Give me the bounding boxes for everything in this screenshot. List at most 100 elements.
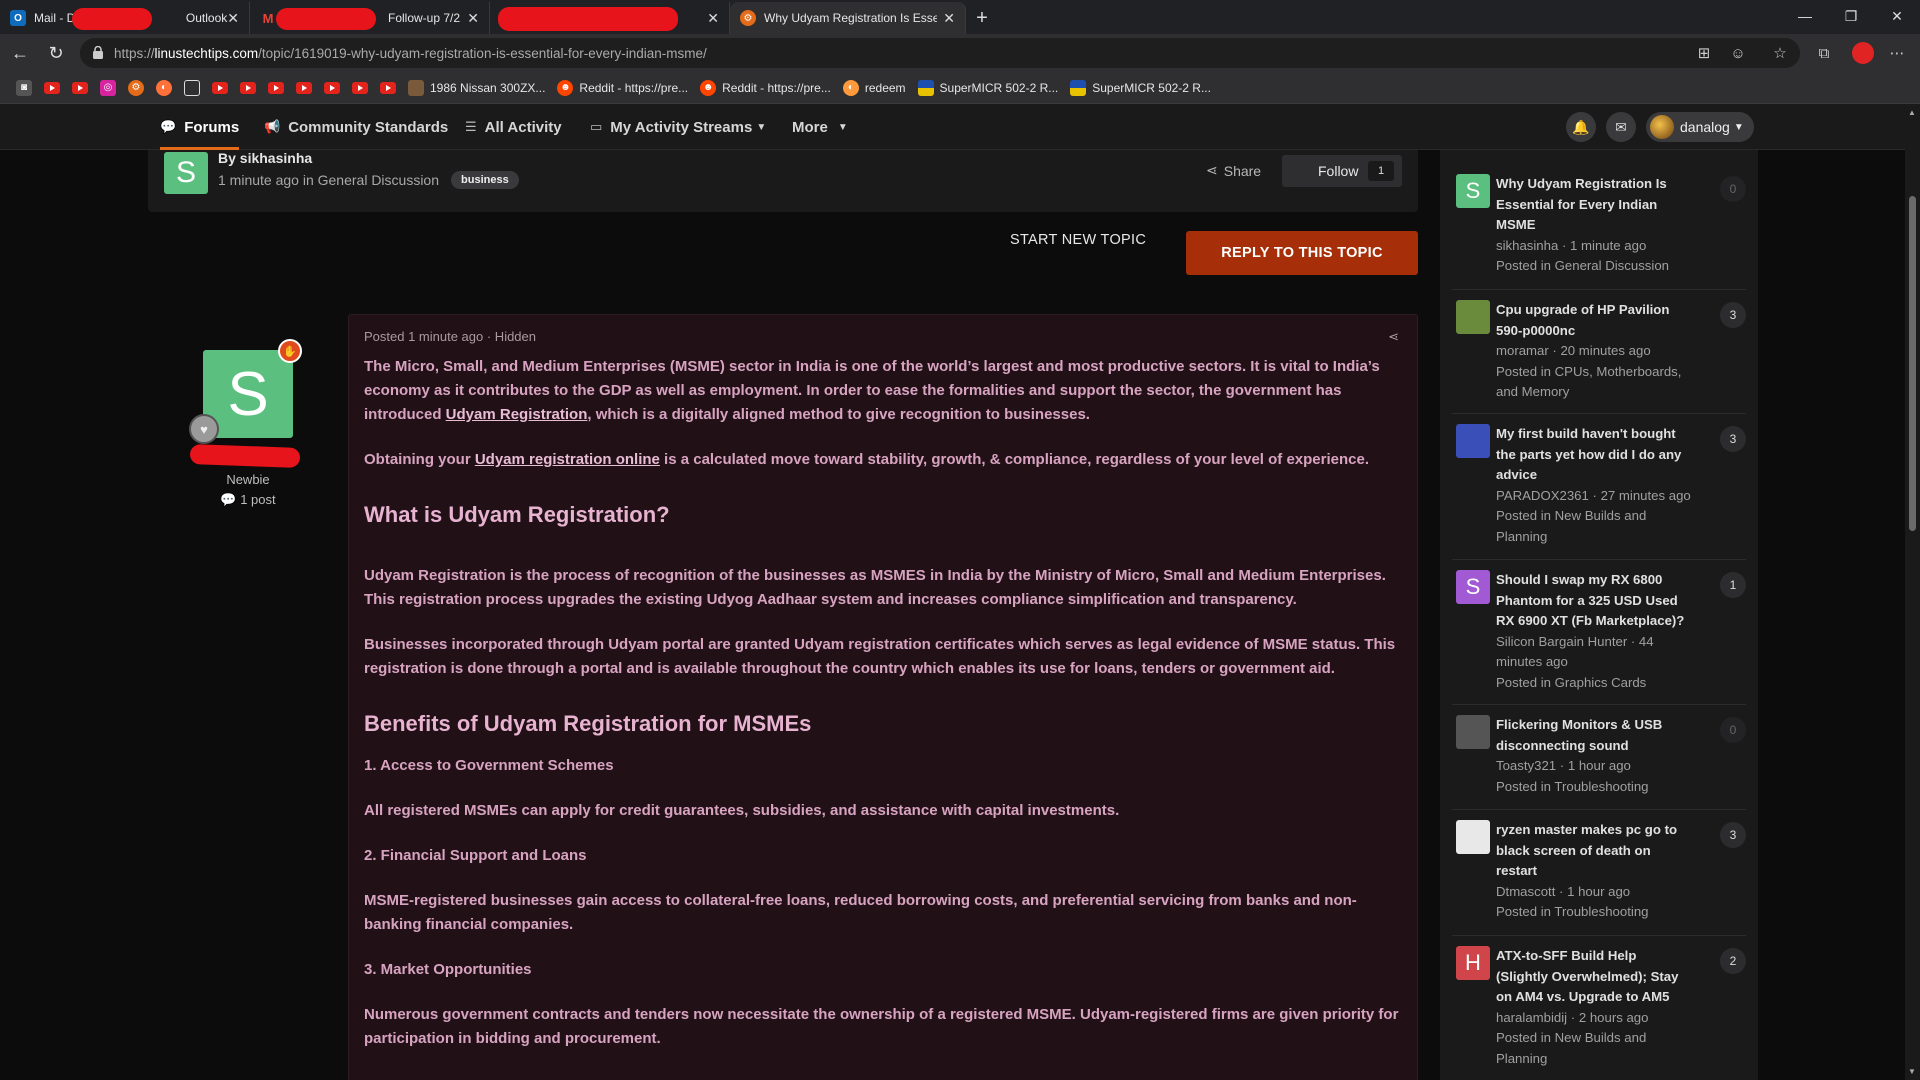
bookmark-youtube[interactable] — [268, 81, 284, 94]
share-icon[interactable]: ⋖ — [1388, 329, 1399, 345]
udyam-registration-link[interactable]: Udyam Registration — [446, 406, 588, 423]
sidebar-topic-title[interactable]: ryzen master makes pc go to black screen… — [1496, 820, 1692, 882]
more-menu-icon[interactable]: ⋯ — [1886, 42, 1908, 64]
tab-gmail[interactable]: M Follow-up 7/21 ✕ — [250, 2, 490, 34]
sidebar-topic-title[interactable]: Should I swap my RX 6800 Phantom for a 3… — [1496, 570, 1692, 632]
start-new-topic-button[interactable]: START NEW TOPIC — [1010, 232, 1146, 256]
bookmark-youtube[interactable] — [324, 81, 340, 94]
nav-community-standards[interactable]: 📢 Community Standards — [264, 104, 448, 150]
avatar[interactable] — [1456, 424, 1490, 458]
topic-header: S By sikhasinha 1 minute ago in General … — [148, 150, 1418, 212]
refresh-icon[interactable]: ↻ — [40, 37, 72, 69]
sidebar-topic-item[interactable]: Flickering Monitors & USB disconnecting … — [1452, 715, 1746, 810]
profile-avatar[interactable] — [1852, 42, 1874, 64]
bookmark-nissan[interactable]: 1986 Nissan 300ZX... — [408, 79, 546, 96]
scroll-down-icon[interactable]: ▼ — [1908, 1067, 1916, 1076]
close-icon[interactable]: ✕ — [707, 10, 719, 27]
bookmark-youtube[interactable] — [380, 81, 396, 94]
favorite-star-icon[interactable]: ☆ — [1769, 42, 1791, 64]
extensions-icon[interactable]: ⧉ — [1813, 42, 1835, 64]
sidebar-topic-title[interactable]: Cpu upgrade of HP Pavilion 590-p0000nc — [1496, 300, 1692, 341]
sidebar-topic-author: Silicon Bargain Hunter · 44 minutes ago — [1496, 633, 1654, 670]
bookmark-reddit[interactable]: ☻ Reddit - https://pre... — [557, 79, 688, 96]
page-scrollbar[interactable]: ▲ ▼ — [1905, 104, 1920, 1080]
sidebar-topic-item[interactable]: My first build haven't bought the parts … — [1452, 424, 1746, 560]
tag-business[interactable]: business — [451, 171, 519, 189]
bookmark-reddit[interactable]: ☻ Reddit - https://pre... — [700, 79, 831, 96]
reply-count-badge: 2 — [1720, 948, 1746, 974]
post: Posted 1 minute ago · Hidden ⋖ The Micro… — [348, 314, 1418, 1080]
topic-author-byline[interactable]: By sikhasinha — [218, 150, 312, 166]
bookmark-ltt[interactable]: ⚙ — [128, 79, 144, 96]
address-bar-row: ← ↻ https:// linustechtips.com /topic/16… — [0, 34, 1920, 72]
bookmark-youtube[interactable] — [212, 81, 228, 94]
sidebar-topic-title[interactable]: Flickering Monitors & USB disconnecting … — [1496, 715, 1692, 756]
nav-all-activity[interactable]: ☰ All Activity — [465, 104, 562, 150]
avatar[interactable]: S — [164, 152, 208, 194]
tab-redacted[interactable]: ✕ — [490, 2, 730, 34]
avatar[interactable]: S — [1456, 174, 1490, 208]
chevron-down-icon: ▼ — [837, 121, 848, 133]
notifications-bell-icon[interactable]: 🔔 — [1566, 112, 1596, 142]
share-button[interactable]: ⋖ Share — [1206, 162, 1261, 179]
bookmark-supermicro[interactable]: SuperMICR 502-2 R... — [1070, 79, 1211, 96]
sidebar-topic-item[interactable]: S Should I swap my RX 6800 Phantom for a … — [1452, 570, 1746, 705]
sidebar-topic-item[interactable]: ryzen master makes pc go to black screen… — [1452, 820, 1746, 936]
sidebar-topic-title[interactable]: Why Udyam Registration Is Essential for … — [1496, 174, 1692, 236]
sidebar-topic-item[interactable]: H ATX-to-SFF Build Help (Slightly Overwhe… — [1452, 946, 1746, 1070]
messages-envelope-icon[interactable]: ✉ — [1606, 112, 1636, 142]
nav-my-activity-streams[interactable]: ▭ My Activity Streams ▼ — [590, 104, 766, 150]
bookmark-discord[interactable]: ◙ — [16, 79, 32, 96]
back-arrow-icon[interactable]: ← — [4, 37, 36, 69]
sidebar-topic-item[interactable]: S Why Udyam Registration Is Essential for… — [1452, 174, 1746, 290]
scroll-thumb[interactable] — [1909, 196, 1916, 531]
url-field[interactable]: https:// linustechtips.com /topic/161901… — [80, 38, 1800, 68]
close-icon[interactable]: ✕ — [943, 10, 955, 27]
post-heading: Benefits of Udyam Registration for MSMEs — [364, 711, 812, 736]
bookmark-youtube[interactable] — [72, 81, 88, 94]
topic-time-forum: 1 minute ago in General Discussion — [218, 172, 440, 188]
restore-icon[interactable]: ❐ — [1828, 0, 1874, 32]
tab-outlook[interactable]: O Mail - D Outlook ✕ — [0, 2, 250, 34]
user-menu[interactable]: danalog ▼ — [1646, 112, 1754, 142]
nav-more[interactable]: More ▼ — [792, 104, 848, 150]
tracking-icon[interactable]: ☺ — [1727, 42, 1749, 64]
bookmark-youtube[interactable] — [44, 81, 60, 94]
text: Obtaining your — [364, 451, 475, 468]
follow-button[interactable]: Follow 1 — [1282, 155, 1402, 187]
sidebar-topic-item[interactable]: Cpu upgrade of HP Pavilion 590-p0000nc mo… — [1452, 300, 1746, 414]
tab-udyam-topic[interactable]: ⚙ Why Udyam Registration Is Essen ✕ — [730, 2, 966, 34]
bookmark-instagram[interactable]: ◎ — [100, 79, 116, 96]
bookmark-firefox[interactable]: ◐ — [156, 79, 172, 96]
avatar[interactable] — [1456, 820, 1490, 854]
bookmark-redeem[interactable]: ◐ redeem — [842, 79, 906, 96]
close-icon[interactable]: ✕ — [467, 10, 479, 27]
post-paragraph: Businesses incorporated through Udyam po… — [364, 636, 1396, 677]
url-path: /topic/1619019-why-udyam-registration-is… — [258, 45, 707, 61]
new-tab-plus-icon[interactable]: + — [966, 2, 998, 34]
avatar[interactable] — [1456, 300, 1490, 334]
bookmark-supermicro[interactable]: SuperMICR 502-2 R... — [917, 79, 1058, 96]
avatar[interactable] — [1456, 715, 1490, 749]
reply-to-topic-button[interactable]: REPLY TO THIS TOPIC — [1186, 231, 1418, 275]
nav-forums[interactable]: 💬 Forums — [160, 104, 240, 150]
sidebar-topic-title[interactable]: ATX-to-SFF Build Help (Slightly Overwhel… — [1496, 946, 1692, 1008]
sidebar-topic-title[interactable]: My first build haven't bought the parts … — [1496, 424, 1692, 486]
rank-shield-icon: ♥ — [189, 414, 219, 444]
split-view-icon[interactable]: ⊞ — [1693, 42, 1715, 64]
author-post-count[interactable]: 💬 1 post — [190, 492, 306, 508]
close-icon[interactable]: ✕ — [227, 10, 239, 27]
bookmark-label: redeem — [864, 80, 906, 95]
udyam-registration-online-link[interactable]: Udyam registration online — [475, 451, 660, 468]
bookmark-youtube[interactable] — [296, 81, 312, 94]
bookmark-label: 1986 Nissan 300ZX... — [430, 80, 546, 95]
avatar[interactable]: H — [1456, 946, 1490, 980]
sidebar-topic-author: Toasty321 · 1 hour ago — [1496, 758, 1631, 773]
window-close-icon[interactable]: ✕ — [1874, 0, 1920, 32]
minimize-icon[interactable]: — — [1782, 0, 1828, 32]
bookmark-youtube[interactable] — [352, 81, 368, 94]
bookmark-youtube[interactable] — [240, 81, 256, 94]
avatar[interactable]: S — [1456, 570, 1490, 604]
bookmark-folder[interactable] — [184, 79, 200, 96]
scroll-up-icon[interactable]: ▲ — [1908, 108, 1916, 117]
